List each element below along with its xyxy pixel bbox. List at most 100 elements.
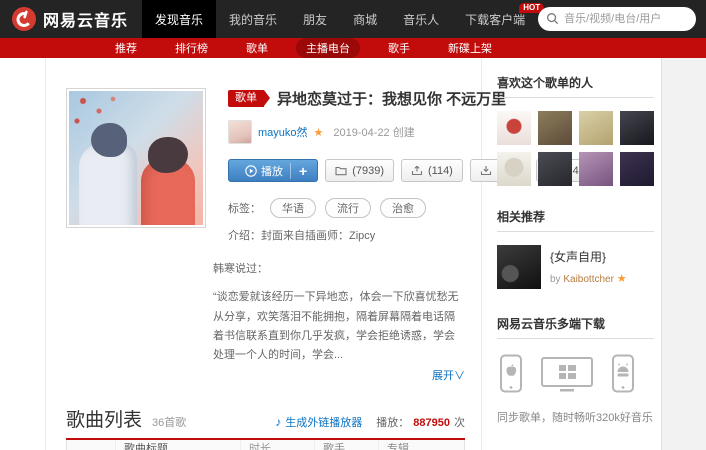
likes-avatar-grid [497, 111, 654, 186]
collect-button[interactable]: (7939) [325, 159, 394, 182]
subnav-artists[interactable]: 歌手 [378, 38, 420, 58]
device-icons-row [497, 354, 654, 394]
header-index-col [67, 440, 115, 450]
netease-logo-icon [12, 7, 36, 31]
avatar[interactable] [620, 111, 654, 145]
play-count-label: 播放： [376, 416, 410, 429]
play-count-value: 887950 [413, 416, 450, 429]
chevron-down-icon: ∨ [454, 370, 465, 383]
play-button-group: 播放 + [228, 159, 319, 182]
header-album: 专辑 [378, 439, 464, 450]
iphone-icon[interactable] [499, 354, 523, 394]
playlist-header: 歌单 异地恋莫过于：我想见你 不远万里 mayuko然 ★ 2019-04-22… [66, 88, 599, 243]
related-author-link[interactable]: Kaibottcher [563, 274, 614, 285]
description-body: “谈恋爱就该经历一下异地恋，体会一下欣喜忧愁无从分享，欢笑落泪不能拥抱，隔着屏幕… [213, 291, 459, 361]
music-note-icon: ♪ [275, 414, 282, 429]
song-table-header: 歌曲标题 时长 歌手 专辑 [67, 439, 464, 450]
avatar[interactable] [497, 111, 531, 145]
avatar[interactable] [579, 152, 613, 186]
nav-my-music[interactable]: 我的音乐 [216, 0, 290, 38]
related-section: 相关推荐 {女声自用} by Kaibottcher ★ [497, 208, 654, 289]
folder-icon [335, 166, 347, 176]
header-song-title: 歌曲标题 [115, 439, 240, 450]
playlist-cover[interactable] [66, 88, 206, 228]
nav-download-client[interactable]: 下载客户端 HOT [452, 0, 545, 38]
search-box [538, 7, 697, 31]
windows-pc-icon[interactable] [539, 354, 595, 394]
subnav-radio[interactable]: 主播电台 [296, 38, 360, 58]
page-title: 异地恋莫过于：我想见你 不远万里 [277, 91, 507, 108]
avatar[interactable] [538, 111, 572, 145]
android-phone-icon[interactable] [611, 354, 635, 394]
top-navbar: 网易云音乐 发现音乐 我的音乐 朋友 商城 音乐人 下载客户端 HOT 创作者中… [0, 0, 706, 38]
main-nav: 发现音乐 我的音乐 朋友 商城 音乐人 下载客户端 HOT [142, 0, 545, 38]
header-duration: 时长 [240, 439, 314, 450]
collect-count: (7939) [352, 164, 384, 177]
topnav-right: 创作者中心 登录 ▾ [538, 0, 706, 38]
play-count-suffix: 次 [454, 416, 465, 429]
creator-avatar[interactable] [228, 120, 252, 144]
avatar[interactable] [579, 111, 613, 145]
expand-label: 展开 [432, 370, 454, 383]
avatar[interactable] [497, 152, 531, 186]
subnav-charts[interactable]: 排行榜 [165, 38, 218, 58]
tags-label: 标签： [228, 203, 261, 215]
outlink-player-link[interactable]: 生成外链播放器 [285, 414, 362, 430]
cover-figure-man [79, 123, 137, 225]
download-tagline: 同步歌单，随时畅听320k好音乐 [497, 412, 653, 424]
song-list-title: 歌曲列表 [66, 409, 143, 431]
created-date: 2019-04-22 创建 [333, 127, 415, 139]
likes-section-title: 喜欢这个歌单的人 [497, 74, 654, 98]
intro-text: 封面来自插画师：Zipcy [261, 230, 376, 242]
related-playlist-author-row: by Kaibottcher ★ [550, 272, 627, 285]
share-count: (114) [427, 164, 453, 177]
right-sidebar: 喜欢这个歌单的人 相关推荐 {女声自用} by Kaibottcher ★ 网易… [482, 58, 674, 450]
tag-chinese[interactable]: 华语 [270, 198, 316, 218]
content-area: 歌单 异地恋莫过于：我想见你 不远万里 mayuko然 ★ 2019-04-22… [45, 58, 661, 450]
by-label: by [550, 274, 561, 285]
nav-friends[interactable]: 朋友 [290, 0, 340, 38]
share-icon [411, 165, 423, 176]
song-list-header: 歌曲列表 36首歌 ♪ 生成外链播放器 播放： 887950 次 [66, 405, 465, 440]
play-button[interactable]: 播放 [238, 163, 290, 179]
intro-label: 介绍： [228, 230, 261, 242]
playlist-meta: 歌单 异地恋莫过于：我想见你 不远万里 mayuko然 ★ 2019-04-22… [228, 88, 599, 243]
main-column: 歌单 异地恋莫过于：我想见你 不远万里 mayuko然 ★ 2019-04-22… [46, 58, 599, 450]
nav-musician[interactable]: 音乐人 [390, 0, 452, 38]
description-intro: 韩寒说过： [213, 263, 268, 275]
logo-text: 网易云音乐 [43, 13, 129, 30]
star-badge-icon: ★ [313, 126, 324, 139]
tags-row: 标签： 华语 流行 治愈 [228, 198, 465, 218]
creator-row: mayuko然 ★ 2019-04-22 创建 [228, 120, 465, 144]
song-table: 歌曲标题 时长 歌手 专辑 1▶ 爱情证书 04:15 孙燕姿 经典全纪录(主打… [66, 439, 465, 450]
avatar[interactable] [620, 152, 654, 186]
logo[interactable]: 网易云音乐 [0, 0, 142, 38]
creator-name-link[interactable]: mayuko然 [258, 124, 308, 140]
header-artist: 歌手 [314, 439, 378, 450]
share-button[interactable]: (114) [400, 159, 463, 182]
subnav-playlists[interactable]: 歌单 [236, 38, 278, 58]
download-section-title: 网易云音乐多端下载 [497, 315, 654, 339]
tag-healing[interactable]: 治愈 [380, 198, 426, 218]
subnav-new-albums[interactable]: 新碟上架 [438, 38, 502, 58]
avatar[interactable] [538, 152, 572, 186]
add-to-playlist-button[interactable]: + [290, 162, 315, 179]
netease-music-page: 网易云音乐 发现音乐 我的音乐 朋友 商城 音乐人 下载客户端 HOT 创作者中… [0, 0, 706, 450]
sub-navbar: 推荐 排行榜 歌单 主播电台 歌手 新碟上架 [0, 38, 706, 58]
nav-download-label: 下载客户端 [465, 12, 526, 27]
search-icon [547, 13, 559, 25]
action-buttons: 播放 + (7939) (114) (146) [228, 159, 599, 182]
multi-device-download-section: 网易云音乐多端下载 同步歌单，随时畅听320k好音乐 [497, 315, 654, 425]
expand-link[interactable]: 展开∨ [432, 370, 465, 382]
nav-discover-music[interactable]: 发现音乐 [142, 0, 217, 38]
playlist-description: 韩寒说过： “谈恋爱就该经历一下异地恋，体会一下欣喜忧愁无从分享，欢笑落泪不能拥… [213, 260, 465, 387]
related-playlist-cover[interactable] [497, 245, 541, 289]
tag-pop[interactable]: 流行 [325, 198, 371, 218]
playlist-type-badge: 歌单 [228, 90, 270, 107]
search-input[interactable] [538, 7, 697, 31]
subnav-recommend[interactable]: 推荐 [105, 38, 147, 58]
song-list-header-right: ♪ 生成外链播放器 播放： 887950 次 [275, 414, 465, 430]
related-playlist-title[interactable]: {女声自用} [550, 248, 627, 265]
cover-figure-woman [141, 137, 195, 225]
nav-store[interactable]: 商城 [340, 0, 390, 38]
